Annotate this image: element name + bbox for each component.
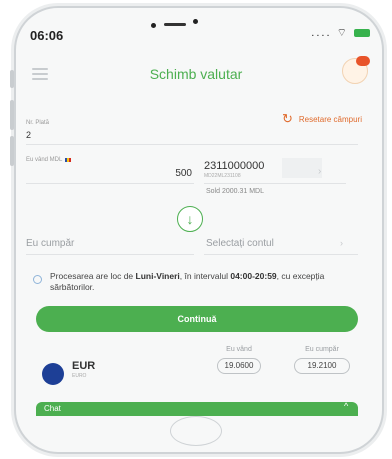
divider bbox=[26, 144, 358, 145]
buy-rate-header: Eu cumpăr bbox=[305, 346, 339, 353]
battery-icon bbox=[354, 29, 370, 38]
chevron-right-icon[interactable]: › bbox=[340, 238, 343, 248]
account-redacted bbox=[282, 158, 322, 178]
sell-label-text: Eu vând MDL bbox=[26, 157, 63, 163]
sensor-dot bbox=[193, 19, 198, 24]
divider bbox=[26, 254, 194, 255]
sell-rate-column: Eu vând 19.0600 bbox=[214, 346, 264, 374]
buy-rate-value: 19.2100 bbox=[294, 358, 350, 374]
reset-fields-link[interactable]: ↻ Resetare câmpuri bbox=[282, 111, 362, 127]
sell-amount-input[interactable]: 500 bbox=[142, 168, 192, 179]
refresh-icon: ↻ bbox=[281, 111, 293, 126]
swap-arrow-down-icon[interactable]: ↓ bbox=[177, 206, 203, 232]
currency-name: EURO bbox=[72, 373, 87, 379]
chevron-up-icon[interactable]: ^ bbox=[344, 401, 348, 411]
page-title: Schimb valutar bbox=[149, 66, 243, 82]
processing-info: Procesarea are loc de Luni-Vineri, în in… bbox=[50, 271, 325, 292]
currency-code: EUR bbox=[72, 360, 96, 372]
continue-button[interactable]: Continuă bbox=[36, 306, 358, 332]
home-button[interactable] bbox=[170, 416, 222, 446]
payment-number-input[interactable]: 2 bbox=[26, 130, 31, 140]
chat-bar[interactable] bbox=[36, 402, 358, 416]
chevron-right-icon[interactable]: › bbox=[318, 166, 321, 177]
eu-flag-icon bbox=[42, 363, 64, 385]
camera-dot bbox=[151, 23, 156, 28]
divider bbox=[204, 254, 358, 255]
divider bbox=[26, 183, 194, 184]
account-balance: Sold 2000.31 MDL bbox=[206, 188, 264, 195]
sell-label: Eu vând MDL bbox=[26, 157, 72, 163]
chat-label: Chat bbox=[44, 404, 61, 413]
notification-badge bbox=[356, 56, 370, 66]
phone-volume-up bbox=[10, 100, 14, 130]
md-flag-icon bbox=[65, 158, 72, 162]
sell-rate-value: 19.0600 bbox=[217, 358, 261, 374]
status-icons: .... ⌔ bbox=[311, 26, 370, 40]
account-iban: MD22ML231108 bbox=[204, 173, 241, 179]
reset-label: Resetare câmpuri bbox=[298, 114, 362, 124]
phone-volume-down bbox=[10, 136, 14, 166]
buy-amount-input[interactable]: Eu cumpăr bbox=[26, 238, 74, 249]
signal-icon: .... bbox=[311, 27, 332, 39]
account-select[interactable]: Selectați contul bbox=[206, 238, 274, 249]
divider bbox=[204, 183, 346, 184]
sell-rate-header: Eu vând bbox=[226, 346, 252, 353]
wifi-icon: ⌔ bbox=[336, 27, 349, 39]
account-number[interactable]: 2311000000 bbox=[204, 160, 264, 172]
payment-number-label: Nr. Plată bbox=[26, 120, 50, 126]
speaker-grille bbox=[164, 23, 186, 26]
status-time: 06:06 bbox=[30, 28, 64, 43]
info-icon bbox=[33, 275, 42, 284]
buy-rate-column: Eu cumpăr 19.2100 bbox=[290, 346, 354, 374]
